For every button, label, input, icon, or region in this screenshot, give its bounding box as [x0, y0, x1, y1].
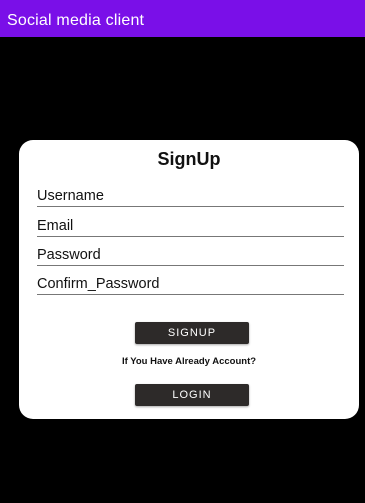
- app-title: Social media client: [7, 12, 145, 29]
- login-button[interactable]: LOGIN: [135, 384, 249, 406]
- login-prompt: If You Have Already Account?: [121, 356, 257, 367]
- confirm-password-field[interactable]: [37, 273, 344, 295]
- app-screen: Social media client SignUp SIGNUP If You…: [0, 0, 365, 503]
- signup-title: SignUp: [157, 149, 221, 169]
- signup-button[interactable]: SIGNUP: [135, 322, 249, 344]
- email-field[interactable]: [37, 215, 344, 237]
- app-bar: Social media client: [0, 0, 365, 37]
- signup-card: SignUp SIGNUP If You Have Already Accoun…: [19, 140, 359, 419]
- username-field[interactable]: [37, 185, 344, 207]
- password-field[interactable]: [37, 244, 344, 266]
